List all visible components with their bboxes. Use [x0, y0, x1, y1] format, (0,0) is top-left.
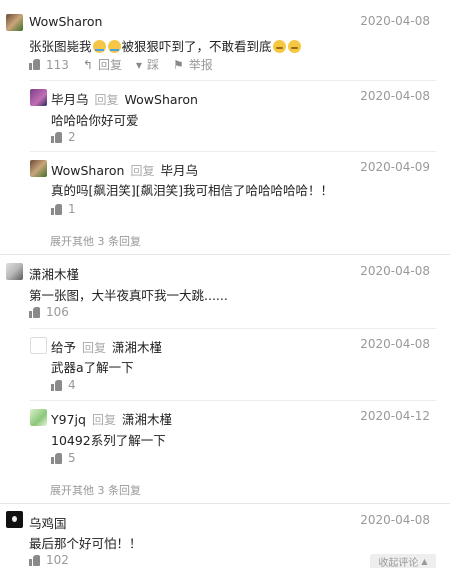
- crying-emoji-icon: [92, 40, 106, 53]
- reply-word: 回复: [94, 93, 119, 107]
- comment-text-part-a: 张张图毙我: [29, 39, 92, 54]
- reply-1: 毕月乌 回复 WowSharon 2020-04-08 哈哈哈你好可爱 2: [30, 80, 436, 151]
- comment-username[interactable]: 乌鸡国: [29, 513, 67, 532]
- comment-text: 第一张图，大半夜真吓我一大跳......: [29, 288, 228, 303]
- like-button[interactable]: 2: [51, 130, 76, 144]
- reply-arrow-icon: ↰: [82, 57, 93, 72]
- reply-actions: 5: [51, 451, 90, 465]
- comment-date: 2020-04-08: [360, 14, 430, 28]
- reply-to-username[interactable]: WowSharon: [125, 92, 198, 107]
- reply-username[interactable]: 毕月乌: [51, 92, 89, 107]
- reply-date: 2020-04-08: [360, 89, 430, 103]
- comment-text: 张张图毙我 被狠狠吓到了，不敢看到底: [29, 36, 302, 55]
- avatar[interactable]: [6, 263, 23, 280]
- downvote-label: 踩: [147, 58, 160, 72]
- reply-to-username[interactable]: 毕月乌: [160, 163, 198, 178]
- reply-text: 真的吗[飙泪笑][飙泪笑]我可相信了哈哈哈哈哈！！: [51, 183, 334, 198]
- reply-button[interactable]: ↰ 回复: [83, 56, 122, 73]
- reply-text: 10492系列了解一下: [51, 433, 166, 448]
- reply-date: 2020-04-12: [360, 409, 430, 423]
- thumbs-up-icon: [51, 203, 62, 215]
- reply-2: WowSharon 回复 毕月乌 2020-04-09 真的吗[飙泪笑][飙泪笑]我…: [30, 151, 436, 227]
- flag-icon: ⚑: [173, 57, 184, 72]
- like-count: 5: [68, 451, 76, 465]
- like-button[interactable]: 113: [29, 58, 69, 72]
- reply-to-username[interactable]: 潇湘木槿: [112, 340, 162, 355]
- thumbs-down-icon: ▾: [135, 57, 143, 72]
- avatar[interactable]: [30, 89, 47, 106]
- comment-text: 最后那个好可怕！！: [29, 536, 142, 551]
- reply-text: 哈哈哈你好可爱: [51, 113, 139, 128]
- reply-text: 武器a了解一下: [51, 360, 134, 375]
- thumbs-up-icon: [29, 59, 40, 70]
- avatar[interactable]: [30, 337, 47, 354]
- chevron-up-icon: ▲: [421, 556, 428, 566]
- reply-actions: 4: [51, 378, 90, 392]
- like-count: 102: [46, 553, 69, 567]
- report-button[interactable]: ⚑ 举报: [173, 56, 213, 73]
- reply-3: 给予 回复 潇湘木槿 2020-04-08 武器a了解一下 4: [30, 328, 436, 400]
- sweat-emoji-icon: [272, 40, 286, 53]
- like-count: 4: [68, 378, 76, 392]
- like-count: 106: [46, 305, 69, 319]
- reply-label: 回复: [97, 58, 122, 72]
- collapse-label: 收起评论: [378, 557, 419, 568]
- report-label: 举报: [188, 58, 213, 72]
- reply-word: 回复: [82, 341, 107, 355]
- downvote-button[interactable]: ▾ 踩: [136, 56, 159, 73]
- crying-emoji-icon: [107, 40, 121, 53]
- avatar[interactable]: [6, 511, 23, 528]
- avatar[interactable]: [6, 14, 23, 31]
- like-button[interactable]: 102: [29, 553, 69, 567]
- reply-date: 2020-04-08: [360, 337, 430, 351]
- reply-header: 给予 回复 潇湘木槿: [51, 337, 162, 356]
- comment-actions: 113 ↰ 回复 ▾ 踩 ⚑ 举报: [29, 56, 227, 73]
- reply-to-username[interactable]: 潇湘木槿: [122, 412, 172, 427]
- reply-header: WowSharon 回复 毕月乌: [51, 160, 198, 179]
- collapse-comments-button[interactable]: 收起评论 ▲: [370, 554, 436, 568]
- expand-replies-link[interactable]: 展开其他 3 条回复: [50, 482, 141, 498]
- reply-actions: 2: [51, 130, 90, 144]
- reply-username[interactable]: 给予: [51, 340, 76, 355]
- comment-text-part-b: 被狠狠吓到了，不敢看到底: [121, 39, 272, 54]
- like-button[interactable]: 5: [51, 451, 76, 465]
- reply-4: Y97jq 回复 潇湘木槿 2020-04-12 10492系列了解一下 5: [30, 400, 436, 474]
- reply-word: 回复: [91, 413, 116, 427]
- sweat-emoji-icon: [287, 40, 301, 53]
- comment-actions: 102: [29, 553, 83, 567]
- avatar[interactable]: [30, 160, 47, 177]
- reply-header: 毕月乌 回复 WowSharon: [51, 89, 198, 108]
- comment-1: WowSharon 2020-04-08 张张图毙我 被狠狠吓到了，不敢看到底 1…: [0, 0, 450, 80]
- like-count: 1: [68, 202, 76, 216]
- reply-username[interactable]: Y97jq: [51, 412, 86, 427]
- thumbs-up-icon: [29, 306, 40, 318]
- thumbs-up-icon: [51, 452, 62, 464]
- reply-actions: 1: [51, 202, 90, 216]
- comment-actions: 106: [29, 305, 83, 319]
- comment-date: 2020-04-08: [360, 264, 430, 278]
- thumbs-up-icon: [29, 554, 40, 566]
- like-button[interactable]: 106: [29, 305, 69, 319]
- thumbs-up-icon: [51, 131, 62, 143]
- expand-replies-link[interactable]: 展开其他 3 条回复: [50, 233, 141, 249]
- comment-username[interactable]: 潇湘木槿: [29, 264, 79, 283]
- avatar[interactable]: [30, 409, 47, 426]
- like-button[interactable]: 4: [51, 378, 76, 392]
- reply-word: 回复: [130, 164, 155, 178]
- like-count: 2: [68, 130, 76, 144]
- comment-username[interactable]: WowSharon: [29, 14, 102, 29]
- like-count: 113: [46, 57, 69, 72]
- reply-username[interactable]: WowSharon: [51, 163, 124, 178]
- like-button[interactable]: 1: [51, 202, 76, 216]
- reply-date: 2020-04-09: [360, 160, 430, 174]
- comment-date: 2020-04-08: [360, 513, 430, 527]
- thumbs-up-icon: [51, 379, 62, 391]
- comment-2: 潇湘木槿 2020-04-08 第一张图，大半夜真吓我一大跳...... 106: [0, 254, 450, 332]
- reply-header: Y97jq 回复 潇湘木槿: [51, 409, 172, 428]
